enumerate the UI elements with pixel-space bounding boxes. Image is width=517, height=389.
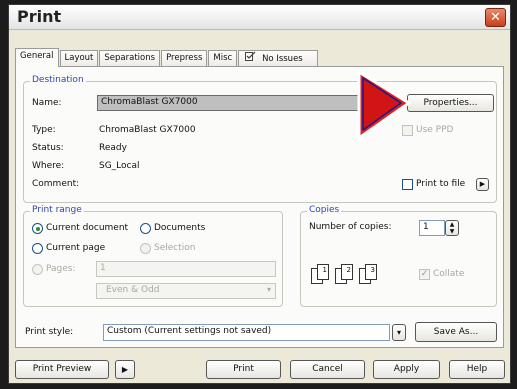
documents-label: Documents [154,223,206,233]
print-to-file-label: Print to file [416,179,466,189]
tab-misc[interactable]: Misc [208,50,238,67]
properties-button[interactable]: Properties... [407,94,494,112]
copies-input[interactable]: 1 [419,220,445,236]
close-icon: ✕ [490,10,501,25]
print-preview-button[interactable]: Print Preview [15,360,109,379]
tab-no-issues[interactable]: No Issues [238,50,318,67]
copies-group: Copies Number of copies: 1 ▲ ▼ 1 1 2 2 3… [300,205,497,307]
current-document-label: Current document [46,223,129,233]
chevron-down-icon: ▾ [266,285,271,294]
print-style-dropdown-button[interactable]: ▾ [392,324,406,341]
comment-label: Comment: [32,179,80,189]
tab-label: Prepress [166,53,203,63]
current-document-radio[interactable] [32,223,43,234]
where-value: SG_Local [99,161,140,171]
selection-label: Selection [154,243,196,253]
tab-separations[interactable]: Separations [99,50,161,67]
print-button[interactable]: Print [206,360,281,379]
printer-name-field[interactable]: ChromaBlast GX7000 [97,95,371,111]
issues-check-icon [245,51,259,64]
where-label: Where: [32,161,65,171]
status-label: Status: [32,143,64,153]
tab-label: Layout [64,53,94,63]
pages-label: Pages: [46,264,76,274]
tab-label: No Issues [262,54,303,64]
tab-label: Misc [213,53,233,63]
title-bar[interactable]: Print ✕ [9,5,510,30]
apply-button[interactable]: Apply [373,360,440,379]
current-page-label: Current page [46,243,106,253]
help-button[interactable]: Help [449,360,505,379]
print-range-group: Print range Current document Documents C… [23,205,283,307]
screenshot-frame: Print ✕ General Layout Separations Prepr… [0,0,517,389]
print-style-label: Print style: [25,327,74,337]
documents-radio[interactable] [140,223,151,234]
even-odd-select[interactable]: Even & Odd ▾ [96,283,276,299]
close-button[interactable]: ✕ [485,8,506,27]
type-label: Type: [32,125,56,135]
chevron-down-icon: ▾ [396,328,401,337]
use-ppd-label: Use PPD [416,125,454,135]
arrow-right-icon: ▶ [479,180,486,188]
general-tab-panel: Destination Name: ChromaBlast GX7000 Pro… [15,66,504,348]
collate-checkbox[interactable]: ✓ [419,269,430,280]
status-value: Ready [99,143,127,153]
selection-radio[interactable] [140,243,151,254]
tab-layout[interactable]: Layout [59,50,99,67]
tab-general[interactable]: General [15,48,59,67]
tab-strip: General Layout Separations Prepress Misc… [15,48,319,67]
save-as-button[interactable]: Save As... [415,322,497,342]
copies-legend: Copies [307,205,342,215]
pages-input[interactable]: 1 [96,261,276,277]
current-page-radio[interactable] [32,243,43,254]
number-of-copies-label: Number of copies: [309,222,392,232]
print-style-value: Custom (Current settings not saved) [107,326,272,336]
destination-group: Destination Name: ChromaBlast GX7000 Pro… [23,75,497,203]
spin-down-icon: ▼ [449,228,455,235]
name-label: Name: [32,98,62,108]
red-arrow-pointer-icon [357,70,411,140]
destination-legend: Destination [30,75,86,85]
print-dialog: Print ✕ General Layout Separations Prepr… [8,4,511,384]
double-chevron-right-icon: ▶ [121,365,129,374]
tab-prepress[interactable]: Prepress [161,50,208,67]
spin-up-icon: ▲ [449,221,455,228]
print-preview-flyout-button[interactable]: ▶ [115,360,135,379]
copies-spinner[interactable]: ▲ ▼ [445,220,459,236]
print-to-file-checkbox[interactable] [402,179,413,190]
print-range-legend: Print range [30,205,84,215]
cancel-button[interactable]: Cancel [290,360,365,379]
tab-label: General [20,51,54,61]
type-value: ChromaBlast GX7000 [99,125,196,135]
window-title: Print [17,7,62,26]
pages-radio[interactable] [32,264,43,275]
even-odd-value: Even & Odd [106,285,160,295]
print-style-select[interactable]: Custom (Current settings not saved) [103,324,390,341]
tab-label: Separations [104,53,156,63]
print-to-file-flyout-button[interactable]: ▶ [476,178,489,191]
collate-label: Collate [433,269,465,279]
